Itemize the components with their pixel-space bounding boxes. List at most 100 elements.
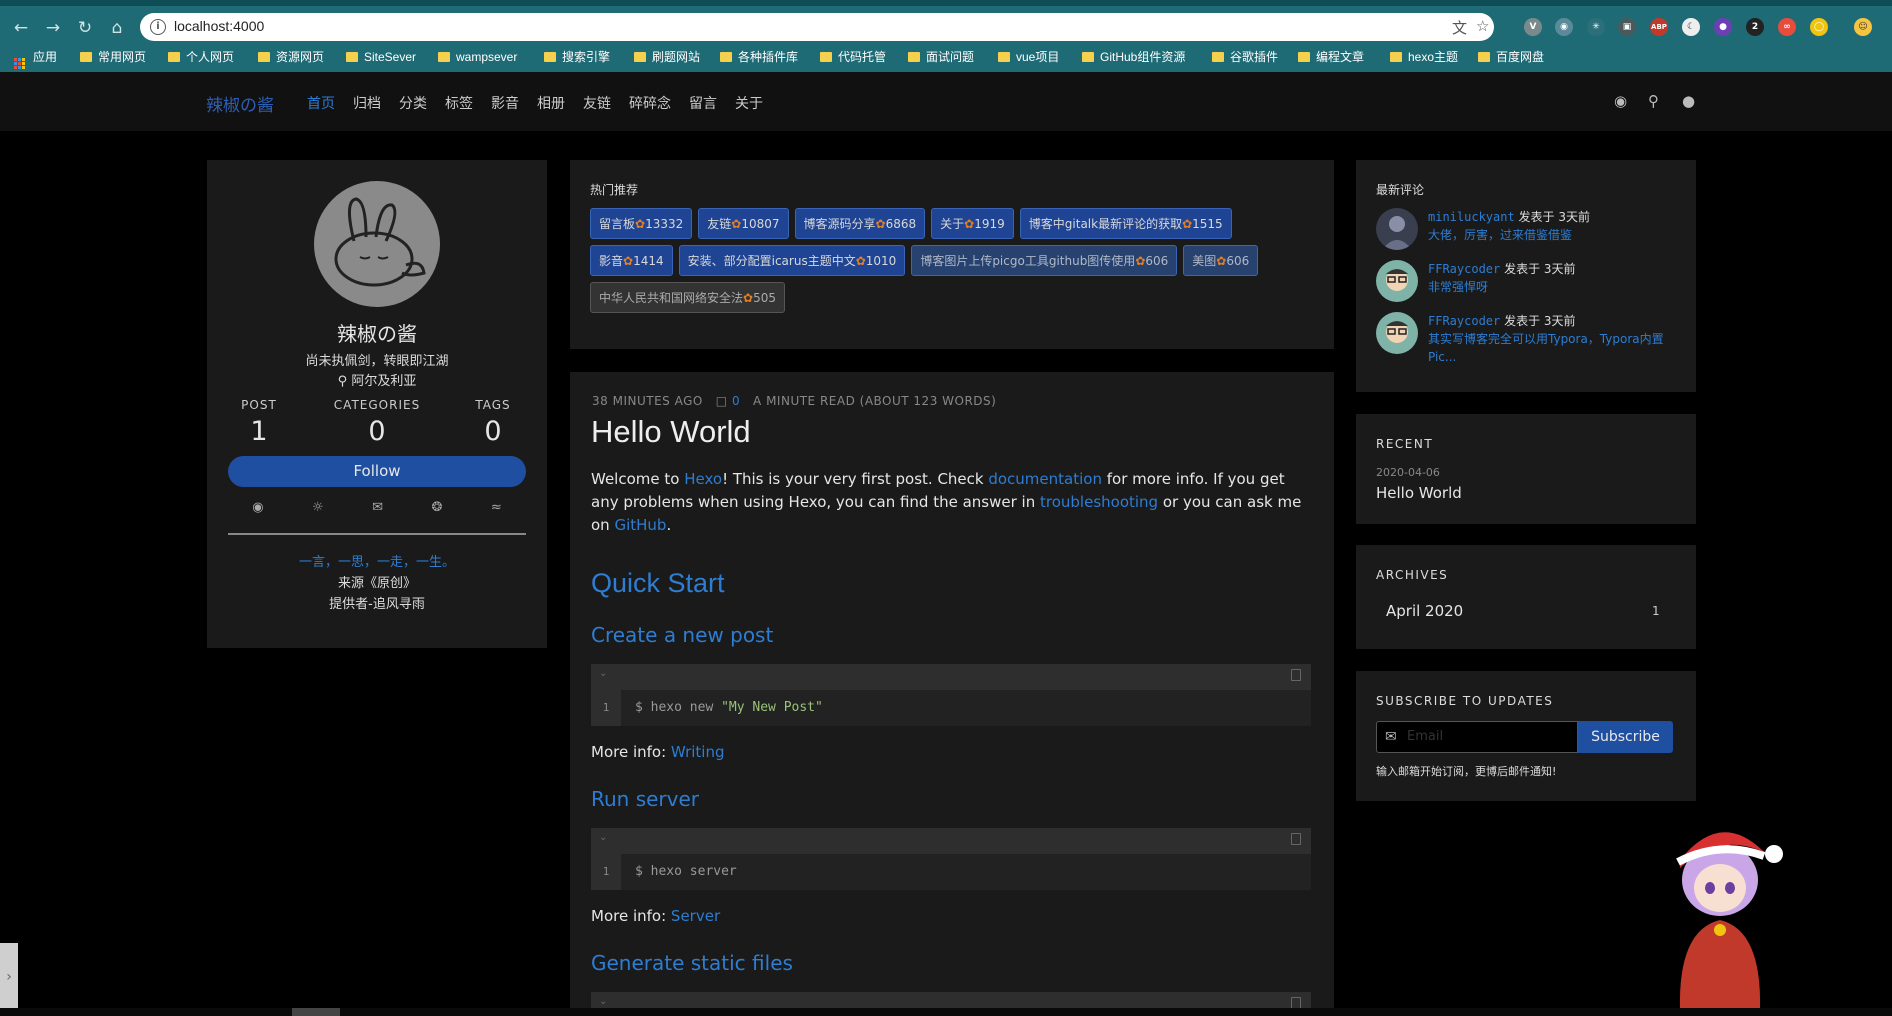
home-icon[interactable]: ⌂ — [106, 17, 128, 39]
address-bar[interactable]: i localhost:4000 文 ☆ — [140, 13, 1494, 41]
server-link[interactable]: Server — [671, 907, 720, 925]
menu-item-about[interactable]: 关于 — [735, 93, 763, 113]
site-logo[interactable]: 辣椒の酱 — [206, 91, 274, 116]
weibo-icon[interactable]: ☼ — [312, 500, 324, 515]
bookmark-folder[interactable]: 资源网页 — [258, 46, 324, 68]
hot-tag[interactable]: 美图✿606 — [1183, 245, 1259, 276]
troubleshooting-link[interactable]: troubleshooting — [1040, 493, 1158, 511]
post-comment-count[interactable]: 0 — [732, 394, 740, 408]
github-link[interactable]: GitHub — [614, 516, 666, 534]
bookmark-folder[interactable]: vue项目 — [998, 46, 1059, 68]
stat-posts[interactable]: POST 1 — [229, 398, 289, 447]
copy-icon[interactable] — [1291, 997, 1301, 1008]
menu-item-categories[interactable]: 分类 — [399, 93, 427, 113]
hot-tag[interactable]: 博客源码分享✿6868 — [794, 208, 926, 239]
comment-text[interactable]: 其实写博客完全可以用Typora，Typora内置Pic... — [1428, 330, 1678, 366]
follow-button[interactable]: Follow — [228, 456, 526, 487]
profile-card: 辣椒の酱 尚未执佩剑，转眼即江湖 ⚲ 阿尔及利亚 POST 1 CATEGORI… — [207, 160, 547, 648]
archive-month-link[interactable]: April 2020 — [1386, 602, 1463, 620]
bookmark-folder[interactable]: 个人网页 — [168, 46, 234, 68]
bookmark-folder[interactable]: 面试问题 — [908, 46, 974, 68]
horizontal-scrollbar[interactable] — [0, 1008, 1892, 1016]
stat-tags[interactable]: TAGS 0 — [463, 398, 523, 447]
rss-icon[interactable]: ≈ — [491, 500, 502, 515]
copy-icon[interactable] — [1291, 833, 1301, 845]
hexo-link[interactable]: Hexo — [684, 470, 722, 488]
url-text[interactable]: localhost:4000 — [174, 18, 264, 34]
collapse-icon[interactable]: ⌄ — [599, 668, 607, 679]
hot-tag[interactable]: 留言板✿13332 — [590, 208, 693, 239]
back-icon[interactable]: ← — [10, 17, 32, 39]
quote-text[interactable]: 一言，一思，一走，一生。 — [207, 551, 547, 570]
bookmark-folder[interactable]: wampsever — [438, 46, 517, 68]
hot-tag[interactable]: 博客中gitalk最新评论的获取✿1515 — [1019, 208, 1232, 239]
writing-link[interactable]: Writing — [671, 743, 725, 761]
bookmark-folder[interactable]: 编程文章 — [1298, 46, 1364, 68]
vue-devtools-icon[interactable]: V — [1524, 18, 1542, 36]
side-drawer-toggle[interactable]: › — [0, 943, 18, 1011]
hot-tag[interactable]: 安装、部分配置icarus主题中文✿1010 — [678, 245, 906, 276]
hot-tag[interactable]: 友链✿10807 — [698, 208, 789, 239]
stat-categories[interactable]: CATEGORIES 0 — [327, 398, 427, 447]
post-title[interactable]: Hello World — [591, 414, 751, 450]
menu-item-links[interactable]: 友链 — [583, 93, 611, 113]
comment-text[interactable]: 大佬，厉害，过来借鉴借鉴 — [1428, 226, 1678, 244]
email-icon[interactable]: ✉ — [372, 500, 383, 515]
menu-item-media[interactable]: 影音 — [491, 93, 519, 113]
bookmark-folder[interactable]: hexo主题 — [1390, 46, 1458, 68]
menu-item-album[interactable]: 相册 — [537, 93, 565, 113]
hot-tag[interactable]: 影音✿1414 — [590, 245, 673, 276]
live2d-mascot[interactable] — [1650, 810, 1792, 1010]
comment-user[interactable]: FFRaycoder — [1428, 262, 1500, 276]
forward-icon[interactable]: → — [42, 17, 64, 39]
collapse-icon[interactable]: ⌄ — [599, 996, 607, 1007]
subscribe-button[interactable]: Subscribe — [1578, 721, 1673, 753]
translate-icon[interactable]: 文 — [1452, 17, 1467, 38]
documentation-link[interactable]: documentation — [988, 470, 1102, 488]
lightbulb-icon[interactable]: ● — [1682, 92, 1695, 110]
menu-item-guestbook[interactable]: 留言 — [689, 93, 717, 113]
copy-icon[interactable] — [1291, 669, 1301, 681]
adblock-icon[interactable]: ABP — [1650, 18, 1668, 36]
bookmark-apps[interactable]: 应用 — [14, 46, 57, 69]
bookmark-folder[interactable]: GitHub组件资源 — [1082, 46, 1185, 68]
bookmark-folder[interactable]: 搜索引擎 — [544, 46, 610, 68]
github-icon[interactable]: ◉ — [252, 500, 263, 515]
hot-tag[interactable]: 中华人民共和国网络安全法✿505 — [590, 282, 785, 313]
email-field[interactable]: ✉ Email — [1376, 721, 1578, 753]
menu-item-archives[interactable]: 归档 — [353, 93, 381, 113]
bookmark-folder[interactable]: SiteSever — [346, 46, 416, 68]
extension-red-icon[interactable]: ∞ — [1778, 18, 1796, 36]
bookmark-star-icon[interactable]: ☆ — [1476, 17, 1489, 35]
bookmark-folder[interactable]: 代码托管 — [820, 46, 886, 68]
comment-text[interactable]: 非常强悍呀 — [1428, 278, 1678, 296]
hot-tag[interactable]: 关于✿1919 — [931, 208, 1014, 239]
extension-badge-icon[interactable]: 2 — [1746, 18, 1764, 36]
github-icon[interactable]: ◉ — [1614, 92, 1627, 110]
comment-user[interactable]: miniluckyant — [1428, 210, 1515, 224]
menu-item-tags[interactable]: 标签 — [445, 93, 473, 113]
bookmark-folder[interactable]: 常用网页 — [80, 46, 146, 68]
bookmark-folder[interactable]: 谷歌插件 — [1212, 46, 1278, 68]
reload-icon[interactable]: ↻ — [74, 17, 96, 39]
bookmark-folder[interactable]: 各种插件库 — [720, 46, 798, 68]
react-devtools-icon[interactable]: ✳ — [1587, 18, 1605, 36]
menu-item-murmur[interactable]: 碎碎念 — [629, 93, 671, 113]
bookmark-folder[interactable]: 刷题网站 — [634, 46, 700, 68]
profile-emoji-icon[interactable]: ☺ — [1854, 18, 1872, 36]
comment-user[interactable]: FFRaycoder — [1428, 314, 1500, 328]
menu-item-home[interactable]: 首页 — [307, 93, 335, 113]
extension-moon-icon[interactable]: ☾ — [1682, 18, 1700, 36]
extension-icon[interactable]: ◉ — [1555, 18, 1573, 36]
extension-purple-icon[interactable]: ● — [1714, 18, 1732, 36]
bookmark-folder[interactable]: 百度网盘 — [1478, 46, 1544, 68]
dribbble-icon[interactable]: ❂ — [431, 500, 442, 515]
hot-tag[interactable]: 博客图片上传picgo工具github图传使用✿606 — [911, 245, 1178, 276]
site-info-icon[interactable]: i — [150, 19, 166, 35]
scrollbar-thumb[interactable] — [292, 1008, 340, 1016]
collapse-icon[interactable]: ⌄ — [599, 832, 607, 843]
recent-post-link[interactable]: Hello World — [1376, 484, 1462, 502]
camera-icon[interactable]: ▣ — [1618, 18, 1636, 36]
search-icon[interactable]: ⚲ — [1648, 92, 1659, 110]
chrome-color-icon[interactable]: ◯ — [1810, 18, 1828, 36]
